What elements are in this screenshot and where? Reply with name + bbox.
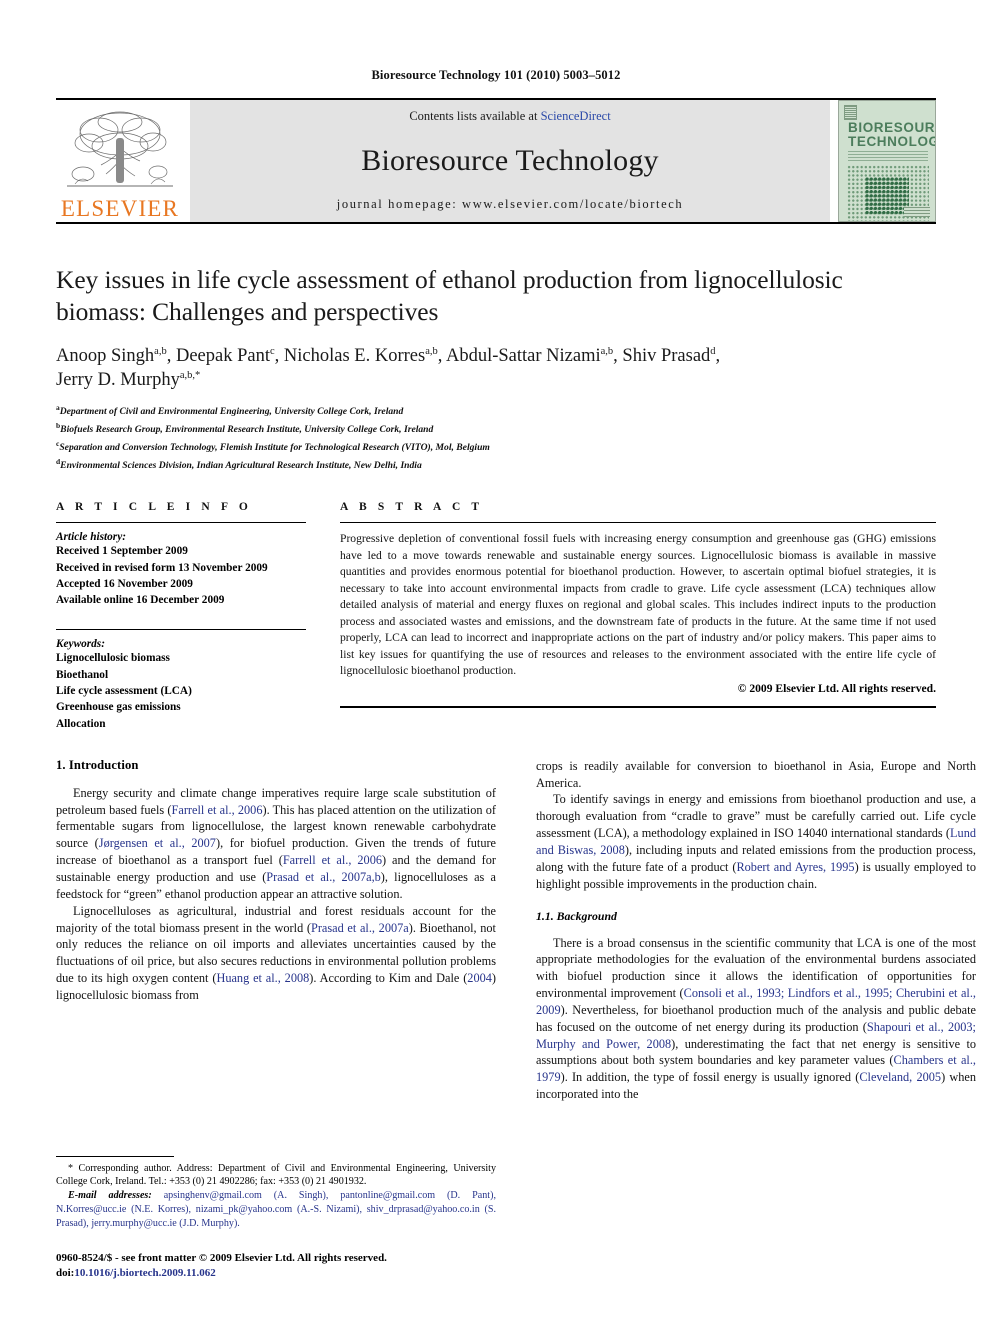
history-item: Available online 16 December 2009 [56,594,225,607]
cover-dot-pattern-dark [865,177,909,215]
paragraph: Lignocelluloses as agricultural, industr… [56,903,496,1002]
cover-title-line2: TECHNOLOGY [848,134,935,149]
affiliation-item: bBiofuels Research Group, Environmental … [56,421,434,436]
contents-line: Contents lists available at ScienceDirec… [409,109,610,124]
elsevier-wordmark: ELSEVIER [60,196,180,221]
journal-cover-thumbnail: BIORESOURCE TECHNOLOGY [838,100,936,222]
corresponding-author-note: * Corresponding author. Address: Departm… [56,1162,496,1188]
article-info-column: A R T I C L E I N F O Article history: R… [56,501,306,731]
doi-line: doi:10.1016/j.biortech.2009.11.062 [56,1266,496,1281]
section-heading-introduction: 1. Introduction [56,757,139,772]
abstract-column: A B S T R A C T Progressive depletion of… [340,501,936,731]
abstract-copyright: © 2009 Elsevier Ltd. All rights reserved… [737,682,936,696]
cover-subtitle-lines [848,151,928,161]
cover-footer-mark [904,207,930,217]
cover-publisher-badge-icon [844,105,857,120]
running-head: Bioresource Technology 101 (2010) 5003–5… [371,68,621,82]
doi-link[interactable]: 10.1016/j.biortech.2009.11.062 [74,1267,215,1279]
paragraph: To identify savings in energy and emissi… [536,792,976,891]
journal-homepage[interactable]: journal homepage: www.elsevier.com/locat… [337,197,683,212]
author-line-2: Jerry D. Murphya,b,* [56,370,201,391]
keywords-list: Lignocellulosic biomass Bioethanol Life … [56,650,306,731]
elsevier-logo: ELSEVIER [56,100,184,222]
journal-masthead: ELSEVIER Contents lists available at Sci… [56,98,936,222]
affiliation-item: dEnvironmental Sciences Division, Indian… [56,456,422,471]
paragraph: There is a broad consensus in the scient… [536,935,977,1102]
page-title: Key issues in life cycle assessment of e… [56,265,843,326]
body-column-left: 1. Introduction Energy security and clim… [56,758,496,1103]
keyword-item: Greenhouse gas emissions [56,701,181,714]
contents-line-prefix: Contents lists available at [409,109,541,123]
abstract-text: Progressive depletion of conventional fo… [340,532,936,677]
email-label: E-mail addresses: [68,1190,152,1202]
paragraph: Energy security and climate change imper… [56,785,497,901]
history-item: Received 1 September 2009 [56,545,188,558]
cover-title-line1: BIORESOURCE [848,120,936,135]
doi-prefix: doi: [56,1267,75,1280]
keyword-item: Lignocellulosic biomass [56,652,170,665]
history-item: Accepted 16 November 2009 [56,577,193,590]
affiliation-list: aDepartment of Civil and Environmental E… [56,402,936,473]
abstract-bottom-rule [340,706,936,709]
issn-line: 0960-8524/$ - see front matter © 2009 El… [56,1252,387,1265]
history-item: Received in revised form 13 November 200… [56,561,268,574]
subsection-heading-background: 1.1. Background [536,908,617,923]
body-two-columns: 1. Introduction Energy security and clim… [56,758,976,1103]
article-history-list: Received 1 September 2009 Received in re… [56,543,306,608]
email-addresses-note: E-mail addresses: apsinghenv@gmail.com (… [56,1189,496,1230]
author-line-1: Anoop Singha,b, Deepak Pantc, Nicholas E… [56,346,721,367]
paper-page: Bioresource Technology 101 (2010) 5003–5… [0,0,992,1323]
masthead-bottom-rule [56,222,936,224]
footnote-rule [56,1155,174,1157]
author-list: Anoop Singha,b, Deepak Pantc, Nicholas E… [56,344,936,392]
article-info-heading: A R T I C L E I N F O [56,501,252,514]
article-history-label: Article history: [56,531,126,544]
footnote-block: * Corresponding author. Address: Departm… [56,1155,496,1281]
keywords-rule [56,629,306,631]
affiliation-item: cSeparation and Conversion Technology, F… [56,438,490,454]
affiliation-item: aDepartment of Civil and Environmental E… [56,403,404,418]
abstract-rule [340,522,936,524]
abstract-heading: A B S T R A C T [340,501,484,514]
paragraph: crops is readily available for conversio… [536,758,976,790]
issn-copyright-block: 0960-8524/$ - see front matter © 2009 El… [56,1251,496,1281]
keyword-item: Life cycle assessment (LCA) [56,684,192,697]
body-column-right: crops is readily available for conversio… [536,758,976,1103]
journal-title: Bioresource Technology [361,143,659,177]
article-info-rule [56,522,306,524]
sciencedirect-link[interactable]: ScienceDirect [541,109,611,123]
keyword-item: Bioethanol [56,668,109,681]
keywords-label: Keywords: [56,638,105,651]
info-abstract-block: A R T I C L E I N F O Article history: R… [56,501,936,731]
elsevier-tree-icon [67,111,173,187]
keyword-item: Allocation [56,717,106,730]
journal-banner: Contents lists available at ScienceDirec… [190,100,830,222]
